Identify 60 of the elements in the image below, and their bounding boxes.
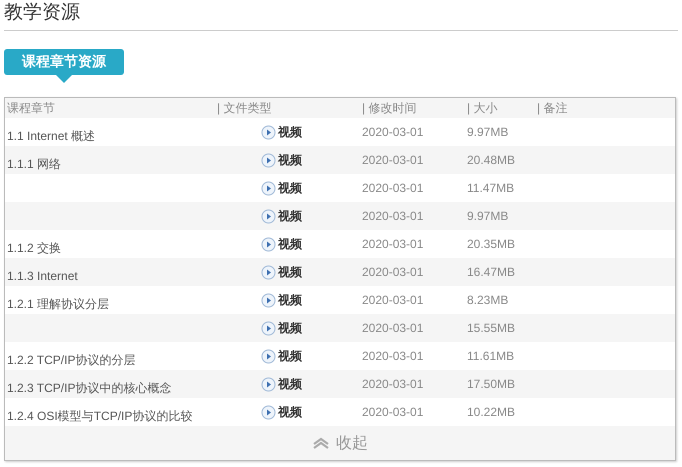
page-title: 教学资源 <box>4 1 81 25</box>
size-cell-text: 10.22MB <box>467 405 516 419</box>
chapter-cell-text: 1.2.1 理解协议分层 <box>6 296 110 312</box>
file-type-link[interactable]: 视频 <box>278 152 302 168</box>
file-type-link[interactable]: 视频 <box>278 236 302 252</box>
chapter-cell-text: 1.2.3 TCP/IP协议中的核心概念 <box>6 380 172 396</box>
date-cell-text: 2020-03-01 <box>362 405 424 419</box>
date-cell-text: 2020-03-01 <box>362 349 424 363</box>
column-header: | 大小 <box>467 100 498 116</box>
chapter-cell-text: 1.1 Internet 概述 <box>6 128 96 144</box>
size-cell-text: 11.47MB <box>467 181 516 195</box>
date-cell-text: 2020-03-01 <box>362 265 424 279</box>
date-cell-text: 2020-03-01 <box>362 237 424 251</box>
file-type-link[interactable]: 视频 <box>278 208 302 224</box>
file-type-link[interactable]: 视频 <box>278 348 302 364</box>
column-header: | 文件类型 <box>217 100 272 116</box>
date-cell-text: 2020-03-01 <box>362 377 424 391</box>
play-icon[interactable] <box>261 152 276 168</box>
chevron-up-icon <box>312 437 330 449</box>
file-type-link[interactable]: 视频 <box>278 124 302 140</box>
tab-pointer-icon <box>56 75 72 83</box>
file-type-link[interactable]: 视频 <box>278 320 302 336</box>
date-cell-text: 2020-03-01 <box>362 321 424 335</box>
column-header: 课程章节 <box>6 100 56 116</box>
file-type-link[interactable]: 视频 <box>278 376 302 392</box>
chapter-cell-text: 1.2.4 OSI模型与TCP/IP协议的比较 <box>6 408 194 424</box>
date-cell-text: 2020-03-01 <box>362 153 424 167</box>
size-cell-text: 16.47MB <box>467 265 516 279</box>
column-header: | 修改时间 <box>362 100 418 116</box>
date-cell-text: 2020-03-01 <box>362 293 424 307</box>
play-icon[interactable] <box>261 320 276 336</box>
size-cell-text: 17.50MB <box>467 377 516 391</box>
play-icon[interactable] <box>261 404 276 420</box>
size-cell-text: 20.35MB <box>467 237 516 251</box>
size-cell-text: 9.97MB <box>467 125 510 139</box>
play-icon[interactable] <box>261 180 276 196</box>
chapter-cell-text: 1.1.2 交换 <box>6 240 62 256</box>
file-type-link[interactable]: 视频 <box>278 264 302 280</box>
date-cell-text: 2020-03-01 <box>362 209 424 223</box>
play-icon[interactable] <box>261 236 276 252</box>
date-cell-text: 2020-03-01 <box>362 181 424 195</box>
file-type-link[interactable]: 视频 <box>278 292 302 308</box>
play-icon[interactable] <box>261 124 276 140</box>
size-cell-text: 9.97MB <box>467 209 510 223</box>
file-type-link[interactable]: 视频 <box>278 404 302 420</box>
size-cell-text: 11.61MB <box>467 349 516 363</box>
file-type-link[interactable]: 视频 <box>278 180 302 196</box>
chapter-cell-text: 1.2.2 TCP/IP协议的分层 <box>6 352 136 368</box>
size-cell-text: 8.23MB <box>467 293 510 307</box>
chapter-cell-text: 1.1.3 Internet <box>6 268 79 283</box>
size-cell-text: 20.48MB <box>467 153 516 167</box>
play-icon[interactable] <box>261 208 276 224</box>
column-header: | 备注 <box>537 100 568 116</box>
play-icon[interactable] <box>261 264 276 280</box>
play-icon[interactable] <box>261 292 276 308</box>
play-icon[interactable] <box>261 348 276 364</box>
chapter-cell-text: 1.1.1 网络 <box>6 156 62 172</box>
date-cell-text: 2020-03-01 <box>362 125 424 139</box>
play-icon[interactable] <box>261 376 276 392</box>
size-cell-text: 15.55MB <box>467 321 516 335</box>
